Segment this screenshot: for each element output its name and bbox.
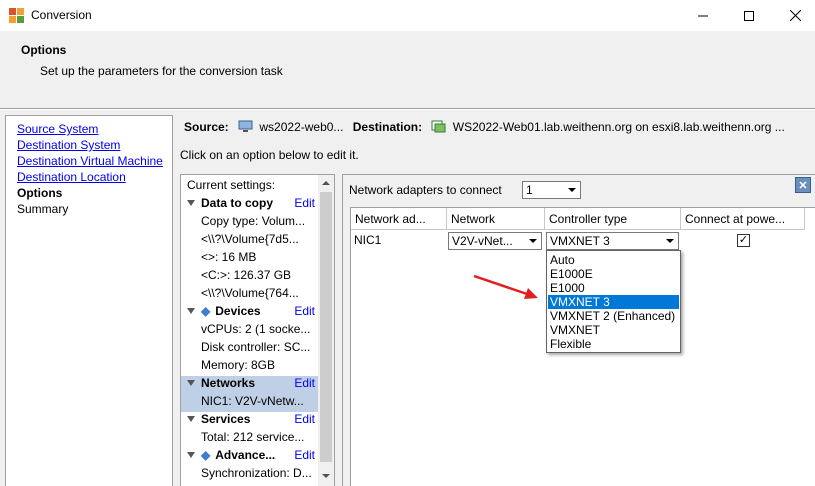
maximize-button[interactable] (726, 0, 772, 31)
nav-options: Options (17, 186, 63, 200)
window-title: Conversion (31, 8, 92, 22)
computer-icon (238, 120, 253, 132)
destination-label: Destination: (352, 120, 423, 134)
nav-destination-vm[interactable]: Destination Virtual Machine (17, 154, 163, 168)
setting-item[interactable]: Synchronization: D... (181, 466, 319, 484)
app-icon (9, 8, 24, 23)
controller-option[interactable]: Auto (548, 253, 679, 267)
nav-destination-system[interactable]: Destination System (17, 138, 120, 152)
section-label: Networks (201, 376, 256, 390)
chevron-down-icon (564, 182, 580, 198)
expand-arrow-icon (187, 308, 195, 315)
diamond-icon: ◆ (201, 448, 211, 462)
setting-item[interactable]: <>: 16 MB (181, 250, 319, 268)
controller-option[interactable]: VMXNET (548, 323, 679, 337)
page-title: Options (21, 43, 67, 57)
setting-item[interactable]: NIC1: V2V-vNetw... (181, 394, 319, 412)
controller-option[interactable]: VMXNET 2 (Enhanced) (548, 309, 679, 323)
section-label: Data to copy (201, 196, 274, 210)
section-services[interactable]: Services Edit (181, 412, 319, 430)
section-devices[interactable]: ◆ Devices Edit (181, 304, 319, 322)
section-networks[interactable]: Networks Edit (181, 376, 319, 394)
page-subtitle: Set up the parameters for the conversion… (40, 64, 283, 78)
column-header-connect[interactable]: Connect at powe... (681, 208, 805, 230)
controller-option[interactable]: E1000E (548, 267, 679, 281)
edit-advanced-link[interactable]: Edit (294, 448, 315, 462)
adapters-count-select[interactable]: 1 (522, 181, 581, 199)
controller-type-dropdown[interactable]: Auto E1000E E1000 VMXNET 3 VMXNET 2 (Enh… (546, 250, 681, 353)
network-select-value: V2V-vNet... (452, 234, 513, 248)
section-label: Services (201, 412, 251, 426)
chevron-down-icon (662, 233, 678, 249)
annotation-arrow-icon (473, 274, 538, 299)
setting-item[interactable]: <\\?\Volume{764... (181, 286, 319, 304)
nav-destination-location[interactable]: Destination Location (17, 170, 126, 184)
edit-devices-link[interactable]: Edit (294, 304, 315, 318)
diamond-icon: ◆ (201, 304, 211, 318)
minimize-button[interactable] (680, 0, 726, 31)
page-header: Options Set up the parameters for the co… (0, 31, 815, 109)
current-settings-panel: Current settings: Data to copy Edit Copy… (180, 174, 335, 486)
setting-item[interactable]: Memory: 8GB (181, 358, 319, 376)
close-button[interactable] (772, 0, 815, 31)
controller-option[interactable]: E1000 (548, 281, 679, 295)
connect-at-power-on-checkbox[interactable]: ✓ (737, 234, 750, 247)
scroll-up-icon[interactable] (318, 175, 334, 191)
column-header-adapter[interactable]: Network ad... (351, 208, 447, 230)
setting-item[interactable]: Copy type: Volum... (181, 214, 319, 232)
setting-item[interactable]: Disk controller: SC... (181, 340, 319, 358)
edit-services-link[interactable]: Edit (294, 412, 315, 426)
adapters-count-value: 1 (526, 183, 533, 197)
expand-arrow-icon (187, 200, 195, 207)
close-icon (789, 10, 801, 21)
close-panel-icon[interactable]: ✕ (795, 177, 811, 193)
chevron-down-icon (525, 233, 541, 249)
expand-arrow-icon (187, 416, 195, 423)
controller-option-selected[interactable]: VMXNET 3 (548, 295, 679, 309)
controller-select-value: VMXNET 3 (550, 234, 610, 248)
expand-arrow-icon (187, 380, 195, 387)
controller-option[interactable]: Flexible (548, 337, 679, 351)
network-select[interactable]: V2V-vNet... (448, 232, 542, 250)
wizard-nav: Source System Destination System Destina… (5, 115, 173, 486)
edit-data-to-copy-link[interactable]: Edit (294, 196, 315, 210)
column-header-network[interactable]: Network (447, 208, 545, 230)
adapters-count-label: Network adapters to connect (349, 183, 502, 197)
scroll-thumb[interactable] (320, 192, 332, 462)
nav-source-system[interactable]: Source System (17, 122, 98, 136)
destination-value: WS2022-Web01.lab.weithenn.org on esxi8.l… (452, 120, 785, 134)
setting-item[interactable]: Total: 212 service... (181, 430, 319, 448)
section-data-to-copy[interactable]: Data to copy Edit (181, 196, 319, 214)
section-label: Devices (215, 304, 261, 318)
title-bar[interactable]: Conversion (0, 0, 815, 31)
edit-networks-link[interactable]: Edit (294, 376, 315, 390)
route-summary: Source: ws2022-web0... Destination: WS20… (184, 119, 785, 134)
vm-icon (431, 120, 446, 133)
settings-scrollbar[interactable] (318, 175, 334, 486)
setting-item[interactable]: vCPUs: 2 (1 socke... (181, 322, 319, 340)
expand-arrow-icon (187, 452, 195, 459)
adapter-name-cell: NIC1 (354, 233, 382, 247)
setting-item[interactable]: <\\?\Volume{7d5... (181, 232, 319, 250)
maximize-icon (744, 10, 754, 21)
section-advanced[interactable]: ◆ Advance... Edit (181, 448, 319, 466)
section-label: Advance... (215, 448, 276, 462)
source-value: ws2022-web0... (259, 120, 344, 134)
instruction-text: Click on an option below to edit it. (180, 148, 359, 162)
scroll-down-icon[interactable] (318, 468, 334, 484)
nav-summary: Summary (17, 202, 69, 216)
minimize-icon (698, 15, 708, 16)
settings-heading: Current settings: (187, 178, 276, 192)
source-label: Source: (184, 120, 229, 134)
controller-type-select[interactable]: VMXNET 3 (546, 232, 679, 250)
setting-item[interactable]: <C:>: 126.37 GB (181, 268, 319, 286)
column-header-controller[interactable]: Controller type (545, 208, 681, 230)
